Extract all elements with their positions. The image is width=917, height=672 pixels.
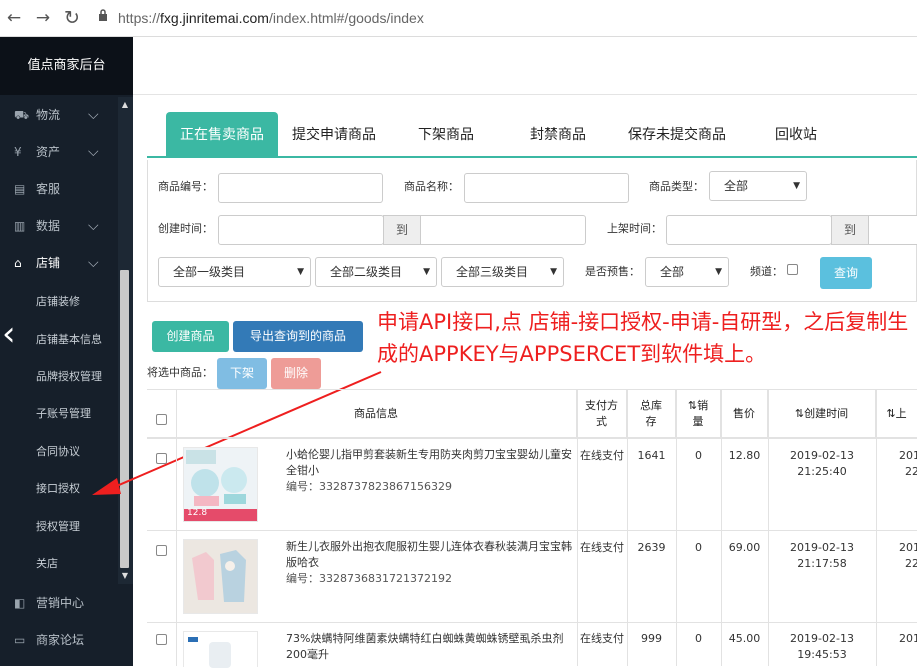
product-name[interactable]: 73%炔螨特阿维菌素炔螨特红白蜘蛛黄蜘蛛锈壁虱杀虫剂200毫升 xyxy=(286,631,576,663)
product-thumbnail[interactable] xyxy=(183,539,258,614)
goods-table: 商品信息 支付方式 总库存 ⇅销量 售价 ⇅创建时间 ⇅上 12.8 小蛤伦婴儿… xyxy=(147,389,917,668)
stock-value: 1641 xyxy=(637,449,666,462)
price-value: 12.80 xyxy=(728,449,761,462)
product-code: 编号：3328736831721372192 xyxy=(286,572,452,585)
create-date: 2019-02-13 xyxy=(790,541,854,554)
product-name[interactable]: 小蛤伦婴儿指甲剪套装新生专用防夹肉剪刀宝宝婴幼儿童安全钳小 xyxy=(286,447,576,479)
create-time: 21:17:58 xyxy=(797,557,847,570)
table-row: 12.8 小蛤伦婴儿指甲剪套装新生专用防夹肉剪刀宝宝婴幼儿童安全钳小 编号：33… xyxy=(147,438,917,529)
create-time: 19:45:53 xyxy=(797,648,847,661)
product-thumbnail[interactable] xyxy=(183,631,258,668)
col-price: 售价 xyxy=(721,389,768,438)
table-row: 73%炔螨特阿维菌素炔螨特红白蜘蛛黄蜘蛛锈壁虱杀虫剂200毫升 在线支付 999… xyxy=(147,622,917,668)
col-stock: 总库存 xyxy=(627,389,676,438)
stock-value: 999 xyxy=(641,632,662,645)
create-date: 2019-02-13 xyxy=(790,449,854,462)
on-shelf-date: 201 xyxy=(899,449,917,462)
product-code: 编号：3328737823867156329 xyxy=(286,480,452,493)
thumbnail-price-tag: 12.8 xyxy=(187,508,208,518)
row-checkbox[interactable] xyxy=(156,545,167,556)
table-row: 新生儿衣服外出抱衣爬服初生婴儿连体衣春秋装满月宝宝韩版哈衣 编号：3328736… xyxy=(147,530,917,621)
col-create-time[interactable]: ⇅创建时间 xyxy=(768,389,876,438)
select-all-checkbox[interactable] xyxy=(156,414,167,425)
payment-method: 在线支付 xyxy=(580,449,624,462)
stock-value: 2639 xyxy=(637,541,666,554)
payment-method: 在线支付 xyxy=(580,541,624,554)
on-shelf-date: 201 xyxy=(899,632,917,645)
price-value: 69.00 xyxy=(728,541,761,554)
sales-value: 0 xyxy=(695,449,702,462)
price-value: 45.00 xyxy=(728,632,761,645)
on-shelf-time: 22 xyxy=(905,557,917,570)
product-thumbnail[interactable]: 12.8 xyxy=(183,447,258,522)
col-payment: 支付方式 xyxy=(577,389,627,438)
col-on-shelf[interactable]: ⇅上 xyxy=(876,389,917,438)
payment-method: 在线支付 xyxy=(580,632,624,645)
col-goods-info: 商品信息 xyxy=(176,389,577,438)
on-shelf-time: 22 xyxy=(905,465,917,478)
on-shelf-date: 201 xyxy=(899,541,917,554)
sales-value: 0 xyxy=(695,632,702,645)
create-time: 21:25:40 xyxy=(797,465,847,478)
row-checkbox[interactable] xyxy=(156,634,167,645)
col-sales[interactable]: ⇅销量 xyxy=(676,389,721,438)
product-name[interactable]: 新生儿衣服外出抱衣爬服初生婴儿连体衣春秋装满月宝宝韩版哈衣 xyxy=(286,539,576,571)
sales-value: 0 xyxy=(695,541,702,554)
create-date: 2019-02-13 xyxy=(790,632,854,645)
row-checkbox[interactable] xyxy=(156,453,167,464)
